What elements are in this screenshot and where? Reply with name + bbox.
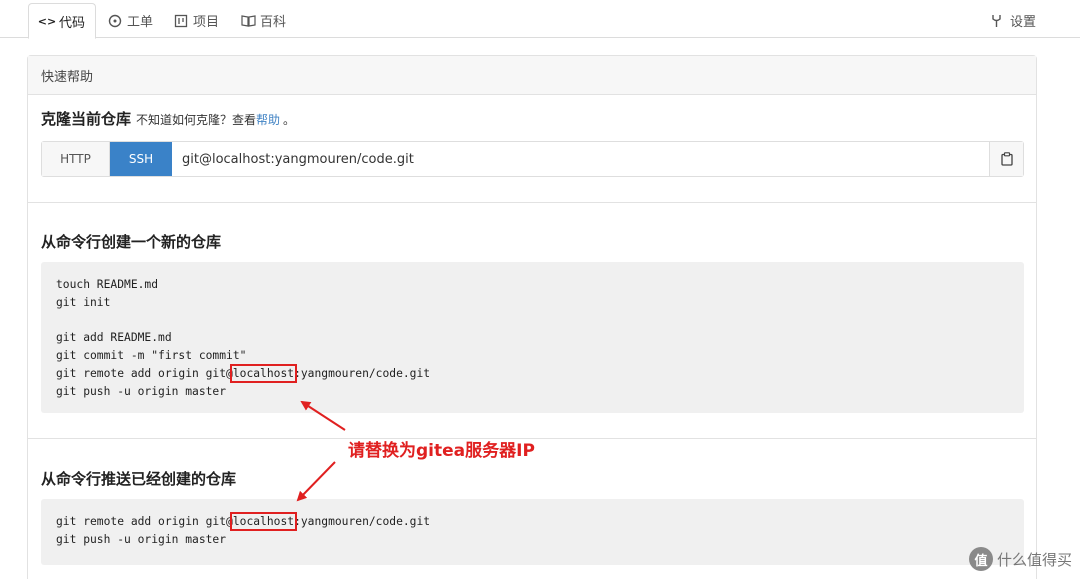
quick-help-panel: 快速帮助 克隆当前仓库 不知道如何克隆？查看 帮助 。 HTTP SSH 从命令… [27,55,1037,579]
code-text: git remote add origin git@ [56,366,233,380]
copy-button[interactable] [989,142,1023,176]
tab-issues[interactable]: 工单 [97,3,163,38]
tab-label: 代码 [59,15,86,31]
code-line: git push -u origin master [56,384,227,398]
issue-icon [107,13,123,29]
tab-projects[interactable]: 项目 [163,3,229,38]
localhost-highlight: localhost [229,512,298,531]
code-line: git add README.md [56,331,172,345]
annotation-text: 请替换为gitea服务器IP [348,441,535,461]
project-icon [173,13,189,29]
clone-heading: 克隆当前仓库 [41,110,132,128]
tab-code[interactable]: <> 代码 [28,3,97,39]
code-text: git remote add origin git@ [56,515,233,528]
code-text: :yangmouren/code.git [294,515,431,528]
section-divider [28,202,1036,203]
clone-section-title: 克隆当前仓库 不知道如何克隆？查看 帮助 。 [41,108,295,129]
tab-settings[interactable]: 设置 [990,3,1036,38]
clipboard-icon [1000,152,1013,166]
code-line: git push -u origin master [56,532,227,546]
panel-header: 快速帮助 [28,56,1036,95]
help-link[interactable]: 帮助 [256,111,280,128]
localhost-highlight: localhost [229,363,298,383]
push-repo-code-block: git remote add origin git@localhost:yang… [41,499,1024,565]
clone-hint: 不知道如何克隆？查看 [136,113,257,127]
tab-label: 百科 [260,15,287,30]
clone-url-group: HTTP SSH [41,141,1024,177]
watermark-text: 什么值得买 [996,550,1072,569]
wiki-icon [240,13,256,29]
ssh-button[interactable]: SSH [110,142,172,176]
wrench-icon [990,14,1006,28]
code-icon: <> [37,14,57,28]
code-line-remote: git remote add origin git@localhost:yang… [56,363,1009,383]
push-repo-title: 从命令行推送已经创建的仓库 [41,470,237,488]
watermark: 值 什么值得买 [968,547,1072,571]
tab-label: 工单 [127,15,154,30]
clone-url-input[interactable] [172,142,989,176]
tab-wiki[interactable]: 百科 [230,3,296,38]
http-button[interactable]: HTTP [42,142,110,176]
code-line: git init [56,295,111,309]
tab-label: 设置 [1009,15,1036,30]
code-line: git commit -m "first commit" [56,349,247,363]
tab-label: 项目 [193,15,220,30]
clone-hint-punct: 。 [283,113,296,127]
code-line: touch README.md [56,278,159,291]
code-text: :yangmouren/code.git [294,366,431,380]
watermark-logo: 值 [968,547,993,571]
code-line-remote: git remote add origin git@localhost:yang… [56,512,1009,531]
new-repo-title: 从命令行创建一个新的仓库 [41,233,222,251]
repo-nav-bar: <> 代码 工单 项目 百科 设置 [0,0,1080,39]
new-repo-code-block: touch README.md git init git add README.… [41,262,1024,413]
